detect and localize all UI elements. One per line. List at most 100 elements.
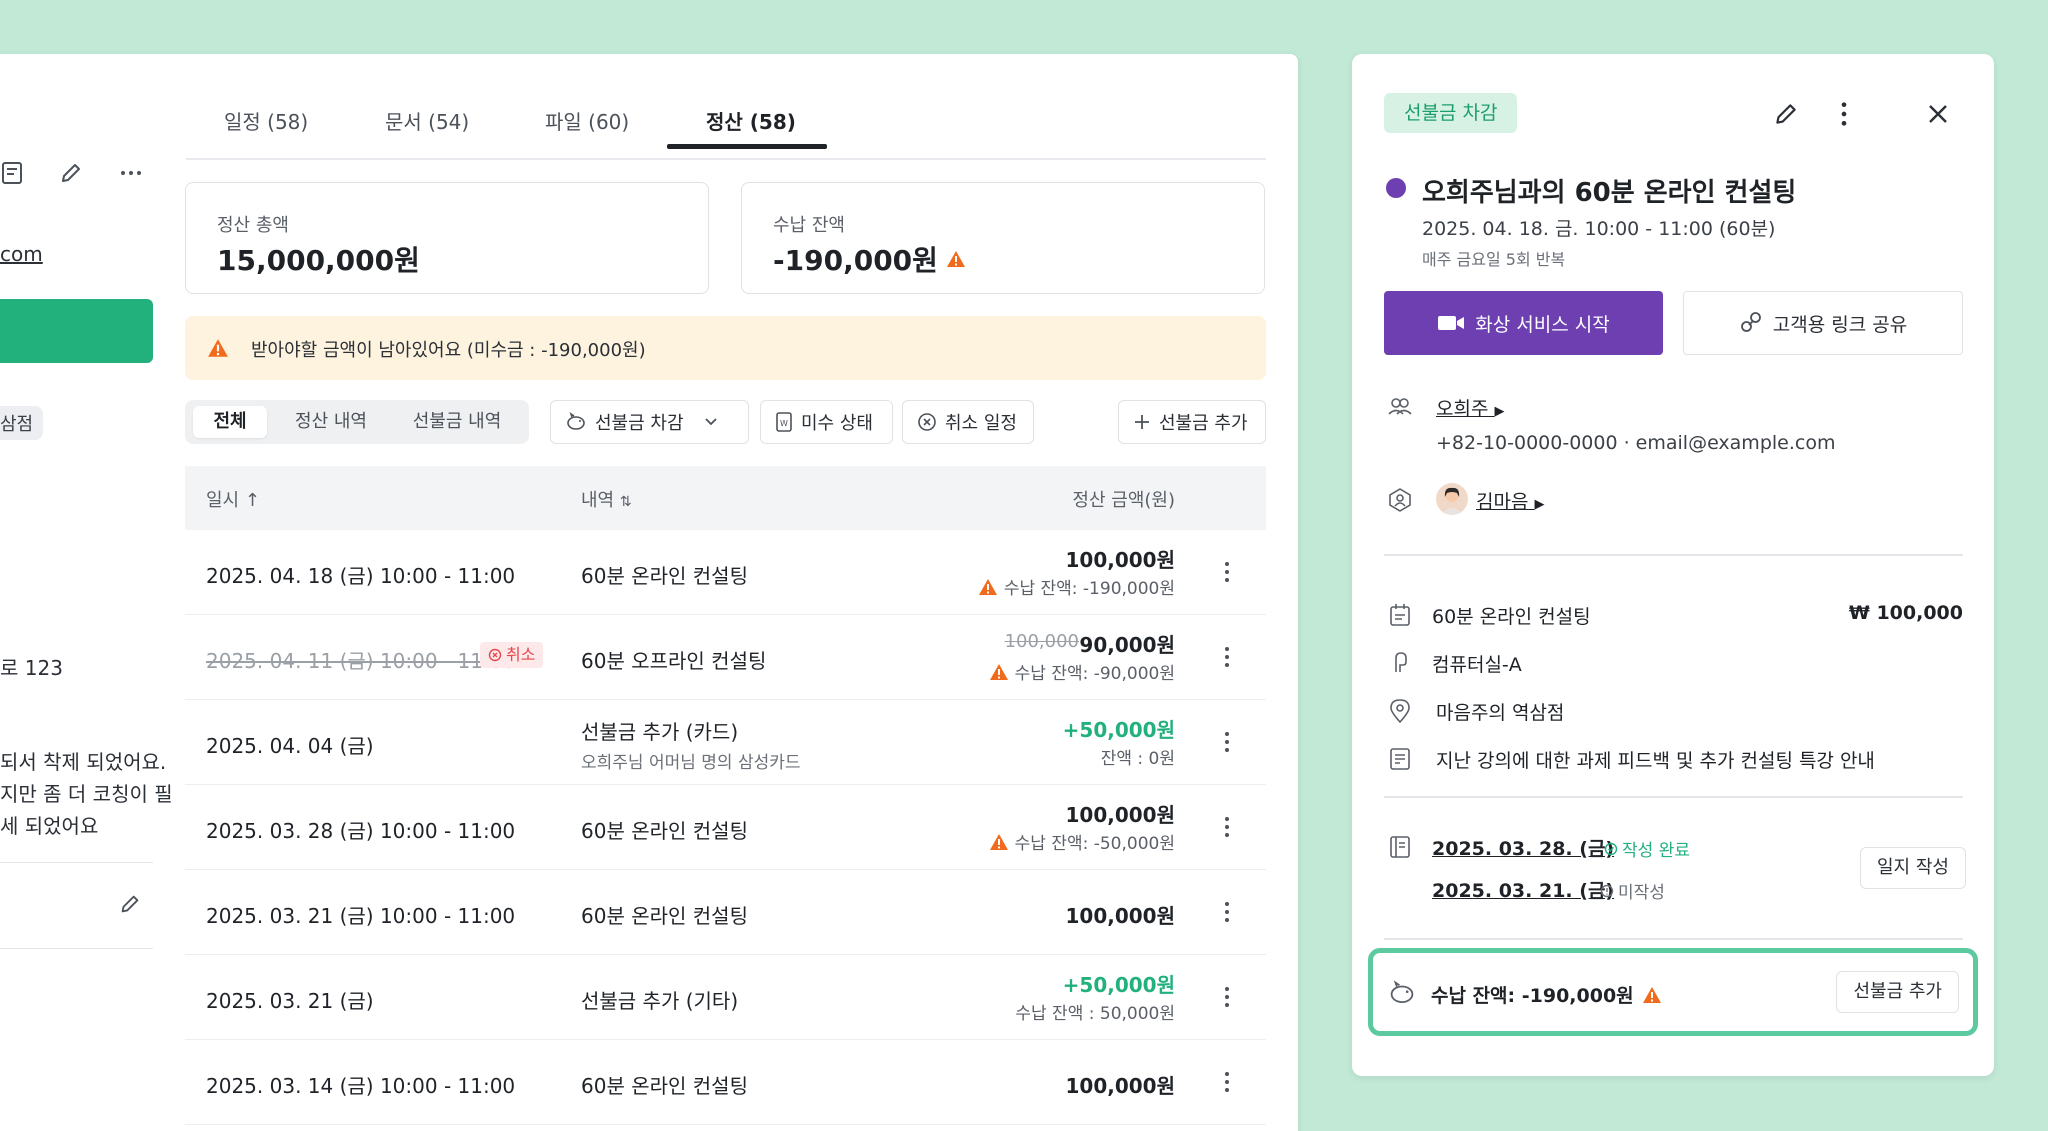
add-prepay-button[interactable]: 선불금 추가 [1118, 400, 1266, 444]
total-label: 정산 총액 [217, 215, 289, 236]
primary-action-button[interactable] [0, 299, 153, 363]
row-desc-sub: 오희주님 어머님 명의 삼성카드 [581, 753, 801, 773]
add-prepay-button[interactable]: 선불금 추가 [1836, 971, 1959, 1013]
col-date-header[interactable]: 일시 ↑ [206, 486, 260, 512]
table-row[interactable]: 2025. 04. 18 (금) 10:00 - 11:00 60분 온라인 컨… [185, 530, 1266, 615]
row-date: 2025. 03. 21 (금) 10:00 - 11:00 [206, 904, 516, 928]
prepay-deduct-label: 선불금 차감 [595, 413, 684, 434]
segment-all[interactable]: 전체 [193, 406, 267, 438]
more-vertical-icon[interactable] [1224, 985, 1230, 1009]
col-amount-header: 정산 금액(원) [1072, 490, 1175, 511]
client-contact: +82-10-0000-0000 · email@example.com [1436, 432, 1836, 454]
service-name: 60분 온라인 컨설팅 [1432, 606, 1591, 628]
start-video-button[interactable]: 화상 서비스 시작 [1384, 291, 1663, 355]
row-date: 2025. 04. 11 (금) 10:00 - 11:00 [206, 649, 516, 673]
table-row[interactable]: 2025. 03. 21 (금) 10:00 - 11:00 60분 온라인 컨… [185, 870, 1266, 955]
avatar [1436, 483, 1468, 515]
staff-badge-icon [1389, 488, 1411, 512]
table-row[interactable]: 2025. 03. 14 (금) 10:00 - 11:00 60분 온라인 컨… [185, 1040, 1266, 1125]
client-name-link[interactable]: 오희주 ▶ [1436, 394, 1505, 421]
unpaid-status-label: 미수 상태 [801, 413, 873, 434]
warning-icon [1642, 986, 1661, 1003]
note-icon[interactable] [0, 160, 26, 186]
row-amount: 100,000원 [1065, 1074, 1176, 1098]
pencil-icon[interactable] [58, 160, 84, 186]
prepay-deduct-filter[interactable]: 선불금 차감 [550, 400, 749, 444]
more-vertical-icon[interactable] [1224, 645, 1230, 669]
memo-icon [1390, 748, 1410, 770]
row-amount: 100,000원 [1065, 548, 1176, 572]
more-horizontal-icon[interactable] [118, 160, 144, 186]
row-amount: 100,000원 [1065, 904, 1176, 928]
client-info-panel: com 삼점 로 123 되서 착제 되었어요. 지만 좀 더 코칭이 필 세 … [0, 54, 173, 1131]
more-vertical-icon[interactable] [1840, 100, 1848, 128]
segment-settlement[interactable]: 정산 내역 [281, 406, 381, 438]
row-desc: 60분 오프라인 컨설팅 [581, 649, 767, 673]
unpaid-status-filter[interactable]: W 미수 상태 [760, 400, 893, 444]
caret-right-icon: ▶ [1534, 497, 1545, 512]
address-text: 로 123 [0, 656, 63, 680]
tab-settlement[interactable]: 정산 (58) [706, 106, 796, 135]
table-row[interactable]: 2025. 04. 11 (금) 10:00 - 11:00 취소 60분 오프… [185, 615, 1266, 700]
cancelled-schedule-filter[interactable]: 취소 일정 [902, 400, 1034, 444]
more-vertical-icon[interactable] [1224, 1070, 1230, 1094]
note-line-2: 지만 좀 더 코칭이 필 [0, 782, 173, 806]
prepay-deduct-badge: 선불금 차감 [1384, 93, 1518, 133]
piggy-icon [567, 412, 585, 430]
staff-name-link[interactable]: 김마음 ▶ [1476, 487, 1545, 514]
more-vertical-icon[interactable] [1224, 815, 1230, 839]
table-row[interactable]: 2025. 04. 04 (금) 선불금 추가 (카드) 오희주님 어머님 명의… [185, 700, 1266, 785]
close-icon[interactable] [1924, 100, 1952, 128]
tab-documents[interactable]: 문서 (54) [385, 106, 469, 135]
total-value: 15,000,000원 [217, 244, 420, 277]
row-balance: 수납 잔액: -50,000원 [989, 829, 1175, 854]
row-balance: 수납 잔액: -90,000원 [989, 659, 1175, 684]
row-desc: 60분 온라인 컨설팅 [581, 1074, 748, 1098]
log-status-pending: 미작성 [1600, 878, 1665, 903]
more-vertical-icon[interactable] [1224, 560, 1230, 584]
balance-label: 수납 잔액 [773, 215, 845, 236]
tab-schedule[interactable]: 일정 (58) [224, 106, 308, 135]
caret-right-icon: ▶ [1494, 404, 1505, 419]
col-desc-header[interactable]: 내역 ⇅ [581, 486, 632, 512]
sort-icon: ⇅ [619, 494, 632, 510]
row-date: 2025. 04. 04 (금) [206, 734, 374, 758]
note-line-1: 되서 착제 되었어요. [0, 750, 167, 774]
more-vertical-icon[interactable] [1224, 730, 1230, 754]
warning-text: 받아야할 금액이 남아있어요 (미수금 : -190,000원) [251, 340, 646, 361]
plus-icon [1135, 415, 1149, 429]
balance-summary: 수납 잔액: -190,000원 [1431, 981, 1662, 1008]
table-row[interactable]: 2025. 03. 28 (금) 10:00 - 11:00 60분 온라인 컨… [185, 785, 1266, 870]
edit-note-icon[interactable] [118, 892, 142, 920]
segment-prepay[interactable]: 선불금 내역 [395, 406, 519, 438]
note-line-3: 세 되었어요 [0, 814, 99, 838]
row-desc: 선불금 추가 (카드) [581, 720, 739, 744]
more-vertical-icon[interactable] [1224, 900, 1230, 924]
appointment-repeat: 매주 금요일 5회 반복 [1422, 250, 1566, 269]
log-date-link[interactable]: 2025. 03. 21. (금) [1432, 876, 1614, 903]
write-log-button[interactable]: 일지 작성 [1860, 847, 1966, 889]
divider [1384, 796, 1963, 798]
pencil-icon[interactable] [1772, 100, 1800, 128]
row-desc: 선불금 추가 (기타) [581, 989, 739, 1013]
document-icon: W [776, 412, 792, 432]
row-date: 2025. 04. 18 (금) 10:00 - 11:00 [206, 564, 516, 588]
warning-icon [989, 663, 1008, 680]
video-camera-icon [1438, 316, 1465, 330]
info-circle-icon [1600, 884, 1614, 897]
client-email-link[interactable]: com [0, 242, 43, 266]
row-balance: 수납 잔액: -190,000원 [978, 574, 1175, 599]
row-date: 2025. 03. 28 (금) 10:00 - 11:00 [206, 819, 516, 843]
close-circle-icon [488, 648, 502, 662]
share-link-button[interactable]: 고객용 링크 공유 [1683, 291, 1963, 355]
svg-text:W: W [780, 419, 788, 428]
warning-icon [978, 578, 997, 595]
log-date-link[interactable]: 2025. 03. 28. (금) [1432, 834, 1614, 861]
tab-files[interactable]: 파일 (60) [545, 106, 629, 135]
appointment-datetime: 2025. 04. 18. 금. 10:00 - 11:00 (60분) [1422, 218, 1776, 240]
table-row[interactable]: 2025. 03. 21 (금) 선불금 추가 (기타) +50,000원 수납… [185, 955, 1266, 1040]
warning-icon [946, 251, 965, 267]
service-price: ₩ 100,000 [1848, 602, 1963, 624]
sort-up-icon: ↑ [244, 490, 260, 511]
cancelled-badge: 취소 [480, 642, 544, 668]
